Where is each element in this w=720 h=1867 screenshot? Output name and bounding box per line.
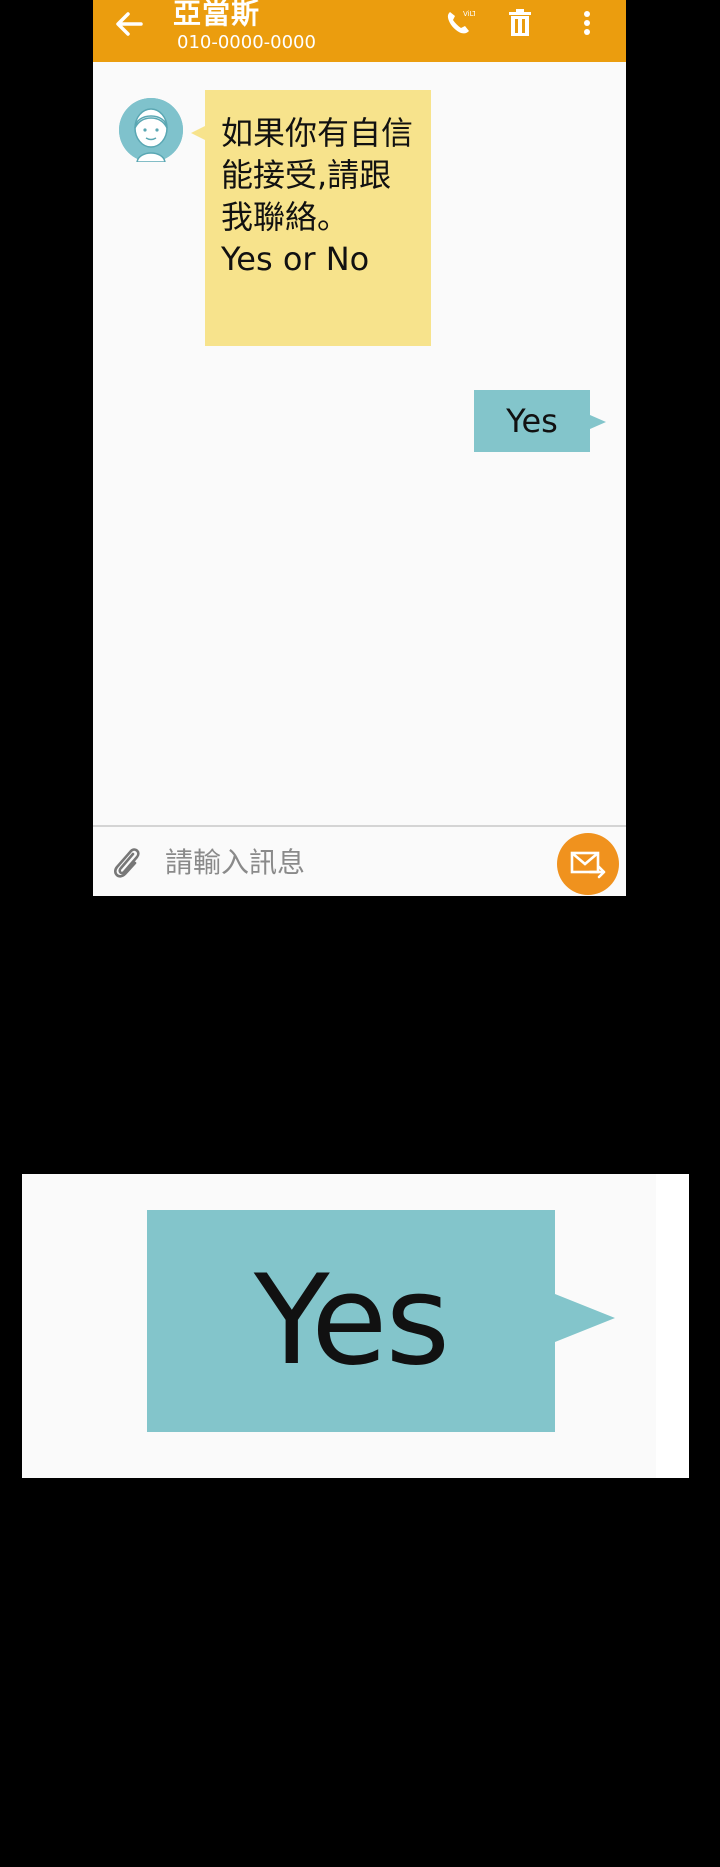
app-bar: 亞當斯 010-0000-0000 ViLTE: [93, 0, 626, 62]
outgoing-bubble-tail: [590, 415, 606, 429]
outgoing-message-text: Yes: [506, 402, 558, 440]
incoming-message-text: 如果你有自信 能接受,請跟 我聯絡。 Yes or No: [221, 114, 414, 278]
messaging-screen: 亞當斯 010-0000-0000 ViLTE: [93, 0, 626, 896]
svg-text:ViLTE: ViLTE: [463, 10, 475, 18]
incoming-bubble-tail: [191, 126, 205, 140]
more-options-button[interactable]: [577, 6, 597, 40]
zoomed-reply-background: Yes: [22, 1174, 656, 1478]
message-input[interactable]: [163, 838, 487, 886]
paperclip-icon: [114, 848, 140, 878]
back-button[interactable]: [111, 6, 147, 42]
call-button[interactable]: ViLTE: [441, 6, 481, 40]
person-avatar-icon: [119, 98, 183, 163]
phone-call-icon: ViLTE: [447, 10, 481, 34]
more-vert-icon: [584, 11, 590, 35]
contact-name: 亞當斯: [173, 0, 261, 30]
contact-number: 010-0000-0000: [177, 32, 316, 53]
contact-avatar[interactable]: [119, 98, 183, 163]
send-button[interactable]: [557, 833, 619, 895]
back-arrow-icon: [116, 12, 143, 36]
composer-divider: [93, 825, 626, 827]
attach-button[interactable]: [107, 842, 147, 882]
zoomed-reply-panel: Yes: [22, 1174, 689, 1478]
zoomed-outgoing-text: Yes: [253, 1249, 450, 1393]
delete-button[interactable]: [503, 6, 537, 40]
trash-icon: [509, 9, 531, 36]
zoomed-bubble-tail: [555, 1294, 615, 1342]
send-message-icon: [570, 851, 606, 879]
phone-frame: 亞當斯 010-0000-0000 ViLTE: [88, 0, 631, 902]
